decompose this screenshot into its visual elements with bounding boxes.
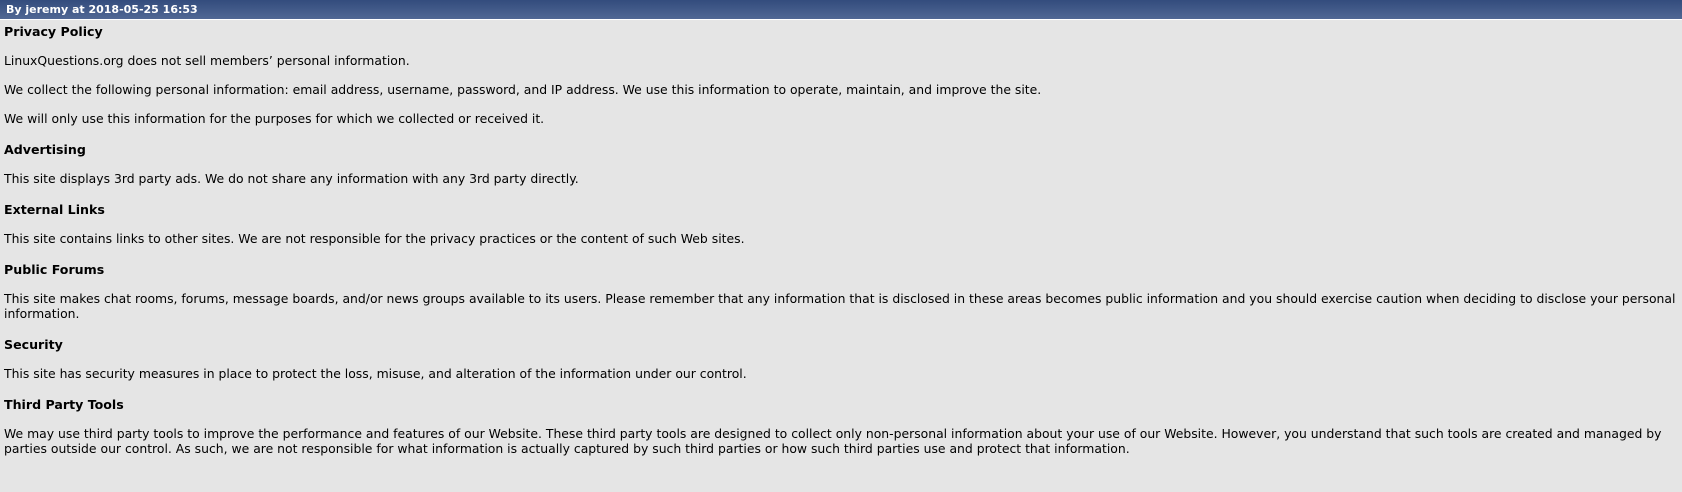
section-heading-public-forums: Public Forums bbox=[4, 262, 105, 277]
post-content: Privacy Policy LinuxQuestions.org does n… bbox=[0, 20, 1682, 456]
paragraph: This site makes chat rooms, forums, mess… bbox=[4, 291, 1676, 321]
post-header: By jeremy at 2018-05-25 16:53 bbox=[0, 0, 1682, 20]
paragraph: This site displays 3rd party ads. We do … bbox=[4, 171, 579, 186]
paragraph: We may use third party tools to improve … bbox=[4, 426, 1662, 456]
post-byline: By jeremy at 2018-05-25 16:53 bbox=[6, 3, 198, 16]
section-heading-security: Security bbox=[4, 337, 63, 352]
paragraph: This site contains links to other sites.… bbox=[4, 231, 745, 246]
section-heading-third-party-tools: Third Party Tools bbox=[4, 397, 124, 412]
paragraph: This site has security measures in place… bbox=[4, 366, 747, 381]
section-heading-external-links: External Links bbox=[4, 202, 105, 217]
paragraph: We collect the following personal inform… bbox=[4, 82, 1042, 97]
paragraph: We will only use this information for th… bbox=[4, 111, 545, 126]
section-heading-privacy-policy: Privacy Policy bbox=[4, 24, 103, 39]
section-heading-advertising: Advertising bbox=[4, 142, 86, 157]
paragraph: LinuxQuestions.org does not sell members… bbox=[4, 53, 410, 68]
